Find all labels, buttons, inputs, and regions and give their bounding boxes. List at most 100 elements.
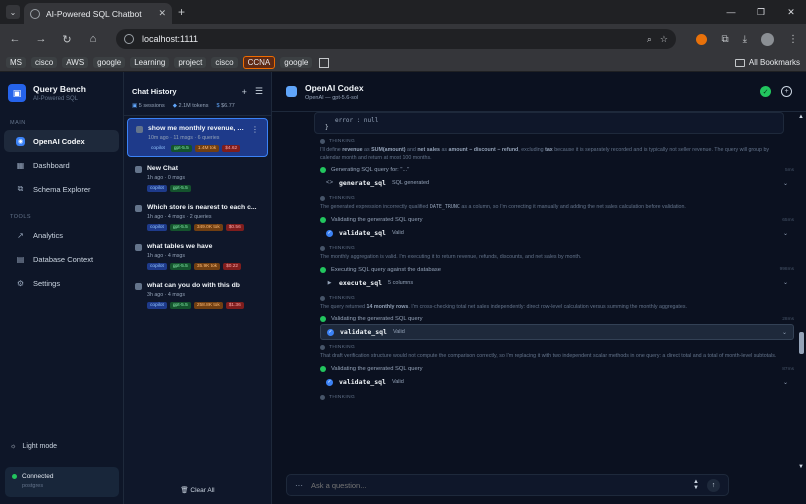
sidebar-item-dashboard[interactable]: ▦ Dashboard [4, 154, 119, 176]
tool-call-row[interactable]: ✓ validate_sql Valid ⌄ [320, 225, 794, 241]
tool-call-row[interactable]: ✓ validate_sql Valid ⌄ [320, 324, 794, 341]
bookmark[interactable]: project [174, 57, 207, 68]
thinking-label: THINKING [320, 139, 794, 144]
chevron-down-icon[interactable]: ⌄ [783, 180, 788, 187]
new-tab-icon[interactable]: + [178, 5, 185, 19]
browser-tab[interactable]: AI-Powered SQL Chatbot ✕ [24, 3, 172, 24]
chevron-down-icon[interactable]: ⌄ [783, 279, 788, 286]
home-icon[interactable]: ⌂ [86, 33, 100, 45]
clear-all-button[interactable]: 🗑 Clear All [124, 486, 271, 494]
bookmark[interactable]: google [280, 57, 313, 68]
minimize-icon[interactable]: — [716, 0, 746, 24]
code-icon: <> [326, 180, 334, 187]
check-circle-icon[interactable]: ✓ [760, 86, 771, 97]
chat-meta: 1h ago · 4 msgs · 2 queries [147, 214, 212, 220]
reload-icon[interactable]: ↻ [60, 33, 74, 46]
bookmark[interactable]: Learning [130, 57, 170, 68]
url-text: localhost:1111 [142, 34, 199, 44]
light-mode-toggle[interactable]: ☼ Light mode [10, 443, 57, 450]
collapse-panel-icon[interactable]: ☰ [255, 86, 263, 97]
status-text: Generating SQL query for: "..." [331, 167, 410, 174]
sidebar-item-openai-codex[interactable]: ◉ OpenAI Codex [4, 130, 119, 152]
chat-title: what can you do with this db [147, 282, 240, 289]
zoom-icon[interactable]: ⌕ [647, 34, 652, 45]
extensions-puzzle-icon[interactable]: ⧉ [721, 34, 728, 45]
bookmark[interactable]: CCNA [242, 56, 276, 69]
chat-history-item[interactable]: what can you do with this db 3h ago · 4 … [127, 276, 268, 313]
close-window-icon[interactable]: ✕ [776, 0, 806, 24]
feed-scrollbar[interactable]: ▲ ▼ [798, 114, 804, 470]
chat-meta: 1h ago · 0 msgs [147, 175, 185, 181]
composer: ··· ▲▼ ↑ [286, 474, 729, 496]
chat-history-item[interactable]: what tables we have 1h ago · 4 msgs copi… [127, 237, 268, 274]
tool-name: execute_sql [339, 278, 383, 287]
light-mode-label: Light mode [22, 443, 58, 450]
message-feed: error : null } THINKING I'll define reve… [314, 112, 794, 462]
tab-search-icon[interactable]: ⌄ [6, 5, 20, 19]
chat-icon [135, 244, 142, 251]
feed-entry: Generating SQL query for: "..." 5ms [320, 167, 794, 174]
analytics-icon: ↗ [17, 230, 24, 240]
tool-call-row[interactable]: ✓ validate_sql Valid ⌄ [320, 374, 794, 390]
chat-history-item[interactable]: Which store is nearest to each c... 1h a… [127, 198, 268, 235]
status-row: Validating the generated SQL query 65ms [320, 217, 794, 224]
sidebar-item-analytics[interactable]: ↗ Analytics [4, 224, 119, 246]
scrollbar-thumb[interactable] [799, 332, 804, 354]
bookmark[interactable]: google [93, 57, 126, 68]
profile-avatar[interactable] [761, 32, 774, 46]
feed-entry: THINKING I'll define revenue as SUM(amou… [320, 139, 794, 162]
bookmark[interactable]: AWS [62, 57, 89, 68]
chat-badge: 35.9K tok [193, 263, 221, 270]
thinking-text: The query returned 14 monthly rows. I'm … [320, 303, 687, 310]
model-name: OpenAI Codex [305, 82, 364, 93]
tool-call-row[interactable]: ▶ execute_sql 5 columns ⌄ [320, 275, 794, 291]
chevron-down-icon[interactable]: ⌄ [782, 329, 787, 336]
maximize-icon[interactable]: ❐ [746, 0, 776, 24]
sidebar-item-settings[interactable]: ⚙ Settings [4, 272, 119, 294]
spinner-icon[interactable]: ▲ ▼ [693, 479, 699, 491]
chevron-down-icon[interactable]: ⌄ [783, 230, 788, 237]
bookmark[interactable]: cisco [211, 57, 238, 68]
chat-history-item[interactable]: show me monthly revenue, refu... 10m ago… [127, 118, 268, 157]
chat-badge: gpt-5.5 [169, 302, 191, 309]
all-bookmarks-button[interactable]: All Bookmarks [734, 58, 800, 67]
apps-grid-icon[interactable] [319, 57, 330, 68]
thinking-label-text: THINKING [329, 345, 356, 351]
chat-icon [136, 126, 143, 133]
chat-meta: 1h ago · 4 msgs [147, 253, 185, 259]
add-icon[interactable]: + [781, 86, 792, 97]
sidebar-item-database-context[interactable]: ▤ Database Context [4, 248, 119, 270]
tool-call-row[interactable]: <> generate_sql SQL generated ⌄ [320, 175, 794, 191]
download-icon[interactable]: ⤓ [743, 34, 747, 45]
success-dot-icon [320, 167, 326, 174]
site-info-icon[interactable] [124, 34, 134, 44]
send-button[interactable]: ↑ [707, 478, 720, 492]
trash-icon: 🗑 [180, 487, 189, 494]
thinking-label-text: THINKING [329, 196, 356, 202]
back-icon[interactable]: ← [8, 33, 22, 45]
feed-entry: Validating the generated SQL query 28ms [320, 316, 794, 323]
question-input[interactable] [311, 480, 686, 490]
new-chat-icon[interactable]: + [242, 87, 247, 97]
tool-name: generate_sql [339, 179, 386, 188]
more-options-icon[interactable]: ··· [295, 481, 303, 490]
chat-badge: copilot [147, 263, 167, 270]
app-root: ▣ Query Bench AI-Powered SQL MAIN ◉ Open… [0, 72, 806, 504]
chevron-down-icon[interactable]: ⌄ [783, 379, 788, 386]
sidebar-item-schema-explorer[interactable]: ⧉ Schema Explorer [4, 178, 119, 200]
scroll-up-icon[interactable]: ▲ [798, 114, 804, 120]
bookmark[interactable]: MS [6, 57, 26, 68]
star-icon[interactable]: ☆ [660, 34, 668, 45]
chat-history-item[interactable]: New Chat 1h ago · 0 msgs copilot gpt-5.5 [127, 159, 268, 196]
thinking-label: THINKING [320, 345, 794, 351]
scroll-down-icon[interactable]: ▼ [798, 464, 804, 470]
forward-icon[interactable]: → [34, 33, 48, 45]
kebab-menu-icon[interactable]: ⋮ [788, 34, 798, 45]
code-block: error : null } [314, 112, 784, 134]
thinking-label-text: THINKING [329, 295, 356, 301]
close-tab-icon[interactable]: ✕ [158, 8, 166, 19]
address-bar[interactable]: localhost:1111 ⌕ ☆ [116, 29, 676, 49]
extension-icon[interactable] [696, 33, 708, 45]
bookmark[interactable]: cisco [31, 57, 58, 68]
chat-menu-icon[interactable]: ⋮ [251, 125, 259, 152]
